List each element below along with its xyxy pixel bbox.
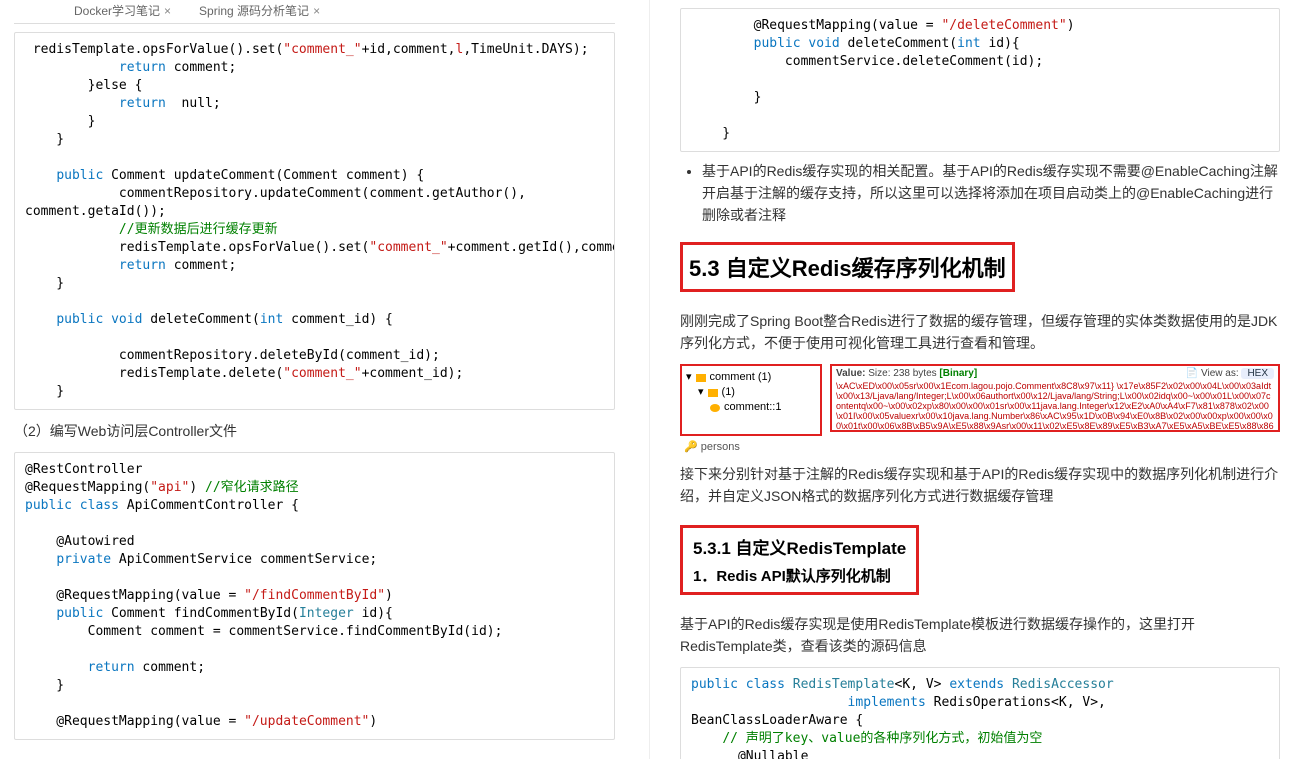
folder-icon — [708, 389, 718, 397]
persons-node: 🔑 persons — [680, 440, 822, 453]
redis-screenshot: ▾comment (1) ▾(1) comment::1 🔑 persons V… — [680, 364, 1280, 453]
tab-docker[interactable]: Docker学习笔记× — [74, 2, 171, 19]
heading-5-3-1-box: 5.3.1 自定义RedisTemplate 1．Redis API默认序列化机… — [680, 525, 919, 595]
redis-tree-box: ▾comment (1) ▾(1) comment::1 — [680, 364, 822, 436]
heading-5-3-1: 5.3.1 自定义RedisTemplate — [693, 534, 906, 559]
folder-icon — [696, 374, 706, 382]
para-controller-intro: （2）编写Web访问层Controller文件 — [14, 420, 615, 442]
code-block-redistemplate: public class RedisTemplate<K, V> extends… — [680, 667, 1280, 759]
para-redis-template-intro: 基于API的Redis缓存实现是使用RedisTemplate模板进行数据缓存操… — [680, 613, 1280, 657]
heading-api-default: 1．Redis API默认序列化机制 — [693, 565, 906, 586]
heading-5-3-box: 5.3 自定义Redis缓存序列化机制 — [680, 242, 1015, 292]
key-icon — [710, 404, 720, 412]
tab-spring[interactable]: Spring 源码分析笔记× — [199, 2, 320, 19]
redis-binary-text: \xAC\xED\x00\x05sr\x00\x1Ecom.lagou.pojo… — [836, 381, 1274, 432]
code-block-service: redisTemplate.opsForValue().set("comment… — [14, 32, 615, 410]
tab-bar: Docker学习笔记× Spring 源码分析笔记× — [14, 0, 615, 24]
para-after-h2: 刚刚完成了Spring Boot整合Redis进行了数据的缓存管理，但缓存管理的… — [680, 310, 1280, 354]
heading-5-3: 5.3 自定义Redis缓存序列化机制 — [689, 251, 1006, 283]
code-block-controller: @RestController @RequestMapping("api") /… — [14, 452, 615, 740]
redis-value-box: Value: Size: 238 bytes [Binary] 📄 View a… — [830, 364, 1280, 432]
para-intro-serialize: 接下来分别针对基于注解的Redis缓存实现和基于API的Redis缓存实现中的数… — [680, 463, 1280, 507]
bullet-list: 基于API的Redis缓存实现的相关配置。基于API的Redis缓存实现不需要@… — [702, 160, 1280, 226]
code-block-delete-controller: @RequestMapping(value = "/deleteComment"… — [680, 8, 1280, 152]
bullet-api-config: 基于API的Redis缓存实现的相关配置。基于API的Redis缓存实现不需要@… — [702, 160, 1280, 226]
